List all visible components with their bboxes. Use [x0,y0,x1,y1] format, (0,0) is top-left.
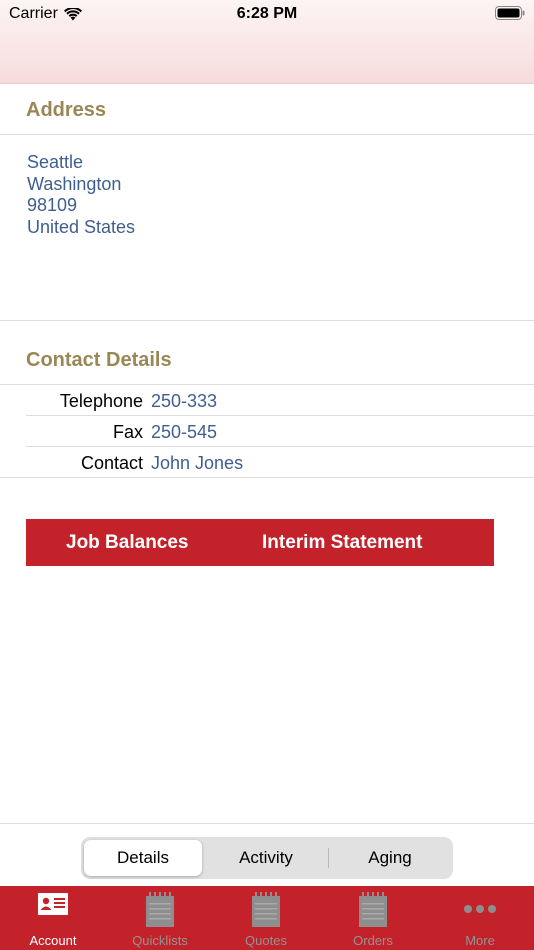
interim-statement-button[interactable]: Interim Statement [262,532,422,554]
segment-divider [328,848,329,868]
contact-row-fax: Fax 250-545 [0,416,534,447]
tab-more[interactable]: More [427,886,533,950]
contact-row-telephone: Telephone 250-333 [0,385,534,416]
tab-more-label: More [465,933,495,948]
account-card-icon [38,893,68,915]
fax-value[interactable]: 250-545 [151,422,217,443]
notepad-icon [252,892,280,927]
address-line-zip[interactable]: 98109 [27,195,135,217]
tab-bar: Account Quicklists Quotes Orders More [0,886,534,950]
tab-account-label: Account [29,933,77,948]
address-line-city[interactable]: Seattle [27,152,135,174]
tab-orders-label: Orders [353,933,393,948]
address-section-title: Address [26,99,107,121]
notepad-icon [359,892,387,927]
more-dots-icon [464,905,496,913]
tab-quotes[interactable]: Quotes [213,886,319,950]
telephone-label: Telephone [59,391,143,411]
divider [0,477,534,478]
tab-quotes-label: Quotes [245,933,287,948]
address-block: Seattle Washington 98109 United States [27,152,135,238]
battery-icon [495,6,525,20]
address-line-country[interactable]: United States [27,217,135,239]
segment-aging[interactable]: Aging [331,840,449,876]
tab-account[interactable]: Account [0,886,106,950]
tab-orders[interactable]: Orders [320,886,426,950]
fax-label: Fax [112,422,143,442]
divider [0,134,534,135]
contact-label: Contact [80,453,143,473]
contact-section-title: Contact Details [26,349,172,371]
action-bar: Job Balances Interim Statement [26,519,494,566]
job-balances-button[interactable]: Job Balances [66,532,189,554]
telephone-value[interactable]: 250-333 [151,391,217,412]
segment-activity[interactable]: Activity [207,840,325,876]
divider [0,320,534,321]
notepad-icon [146,892,174,927]
tab-quicklists-label: Quicklists [132,933,188,948]
view-segmented-control: Details Activity Aging [81,837,453,879]
contact-row-contact: Contact John Jones [0,447,534,478]
status-bar: Carrier 6:28 PM [0,0,534,84]
contact-value[interactable]: John Jones [151,453,243,474]
status-time: 6:28 PM [236,5,298,22]
segment-details[interactable]: Details [84,840,202,876]
divider [0,823,534,824]
tab-quicklists[interactable]: Quicklists [107,886,213,950]
address-line-state[interactable]: Washington [27,174,135,196]
